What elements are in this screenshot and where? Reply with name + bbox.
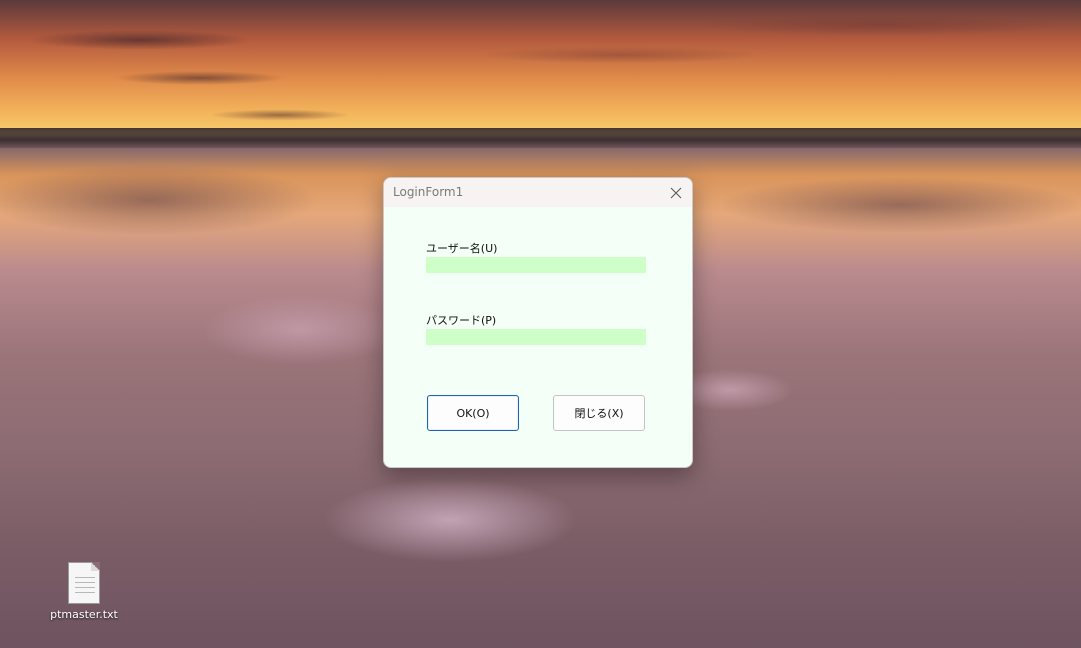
dialog-title: LoginForm1 <box>393 185 464 199</box>
wallpaper-clouds <box>0 0 1081 140</box>
close-icon <box>670 187 682 198</box>
dialog-titlebar[interactable]: LoginForm1 <box>384 178 692 207</box>
close-window-button[interactable] <box>660 178 692 207</box>
text-file-icon <box>68 562 100 604</box>
password-input[interactable] <box>426 329 646 345</box>
username-label: ユーザー名(U) <box>426 242 498 255</box>
username-input[interactable] <box>426 257 646 273</box>
close-button[interactable]: 閉じる(X) <box>553 395 645 431</box>
wallpaper-horizon <box>0 128 1081 148</box>
password-label: パスワード(P) <box>426 314 497 327</box>
desktop-file-label: ptmaster.txt <box>50 608 118 621</box>
ok-button[interactable]: OK(O) <box>427 395 519 431</box>
desktop-file-ptmaster[interactable]: ptmaster.txt <box>44 560 124 621</box>
desktop: ptmaster.txt LoginForm1 ユーザー名(U) パスワード(P… <box>0 0 1081 648</box>
login-dialog: LoginForm1 ユーザー名(U) パスワード(P) OK(O) 閉じる(X… <box>383 177 693 468</box>
